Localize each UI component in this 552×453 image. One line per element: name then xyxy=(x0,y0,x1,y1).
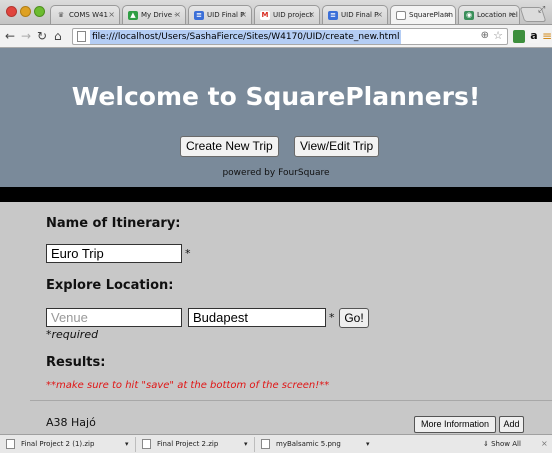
chevron-down-icon[interactable]: ▾ xyxy=(366,436,370,452)
browser-tab-strip: ♛ COMS W41 × ▲ My Drive - × ≡ UID Final … xyxy=(0,0,552,25)
tab-uid-final-2[interactable]: ≡ UID Final P × xyxy=(322,5,388,24)
tab-close-icon[interactable]: × xyxy=(174,10,181,19)
tab-close-icon[interactable]: × xyxy=(508,10,515,19)
download-separator xyxy=(135,437,136,452)
url-text[interactable]: file:///localhost/Users/SashaFierce/Site… xyxy=(90,30,402,44)
file-icon xyxy=(142,439,151,449)
home-icon[interactable]: ⌂ xyxy=(54,28,62,44)
powered-by-text: powered by FourSquare xyxy=(222,168,330,178)
tab-label: UID project xyxy=(273,11,313,19)
tab-uid-final-1[interactable]: ≡ UID Final P × xyxy=(188,5,252,24)
itinerary-label: Name of Itinerary: xyxy=(46,216,181,231)
file-icon xyxy=(6,439,15,449)
drive-icon: ▲ xyxy=(128,11,138,20)
download-filename: Final Project 2 (1).zip xyxy=(21,440,95,448)
tab-close-icon[interactable]: × xyxy=(108,10,115,19)
docs-icon: ≡ xyxy=(328,11,338,20)
tab-close-icon[interactable]: × xyxy=(240,10,247,19)
tab-label: My Drive - xyxy=(141,11,177,19)
fullscreen-icon[interactable]: ⤢ xyxy=(538,5,545,15)
tab-coms[interactable]: ♛ COMS W41 × xyxy=(50,5,120,24)
page-header: Welcome to SquarePlanners! Create New Tr… xyxy=(0,48,552,187)
tab-my-drive[interactable]: ▲ My Drive - × xyxy=(122,5,186,24)
venue-input[interactable]: Venue xyxy=(46,308,182,327)
docs-icon: ≡ xyxy=(194,11,204,20)
save-warning: **make sure to hit "save" at the bottom … xyxy=(46,380,330,391)
more-information-button[interactable]: More Information xyxy=(414,416,496,433)
download-bar: Final Project 2 (1).zip ▾ Final Project … xyxy=(0,434,552,453)
tab-close-icon[interactable]: × xyxy=(308,10,315,19)
download-icon: ⇓ xyxy=(483,440,489,448)
close-download-bar-icon[interactable]: × xyxy=(541,436,548,452)
page-icon xyxy=(77,31,86,42)
results-divider xyxy=(30,400,552,401)
columbia-icon: ♛ xyxy=(57,11,65,19)
results-label: Results: xyxy=(46,355,106,370)
zoom-icon[interactable]: ⊕ xyxy=(481,30,489,41)
chevron-down-icon[interactable]: ▾ xyxy=(244,436,248,452)
extension-icon[interactable] xyxy=(513,30,525,43)
download-item[interactable]: Final Project 2.zip xyxy=(142,436,218,452)
chevron-down-icon[interactable]: ▾ xyxy=(125,436,129,452)
bookmark-star-icon[interactable]: ☆ xyxy=(493,29,503,42)
tab-close-icon[interactable]: × xyxy=(444,10,451,19)
tab-uid-project[interactable]: M UID project × xyxy=(254,5,320,24)
page-title: Welcome to SquarePlanners! xyxy=(71,82,481,111)
amazon-icon[interactable]: a xyxy=(528,30,540,43)
download-filename: myBalsamic 5.png xyxy=(276,440,341,448)
create-new-trip-button[interactable]: Create New Trip xyxy=(180,136,279,157)
main-content: Name of Itinerary: Euro Trip * Explore L… xyxy=(0,202,552,434)
required-asterisk: * xyxy=(185,247,191,260)
location-input[interactable]: Budapest xyxy=(188,308,326,327)
back-arrow-icon[interactable]: ← xyxy=(5,28,15,44)
go-button[interactable]: Go! xyxy=(339,308,369,328)
show-all-downloads-button[interactable]: ⇓ Show All xyxy=(483,436,521,452)
show-all-label: Show All xyxy=(491,440,521,448)
location-icon: ◉ xyxy=(464,11,474,20)
header-divider xyxy=(0,187,552,202)
tab-label: UID Final P xyxy=(341,11,379,19)
close-window-button[interactable] xyxy=(6,6,17,17)
required-asterisk: * xyxy=(329,311,335,324)
add-button[interactable]: Add xyxy=(499,416,524,433)
tab-squareplanners[interactable]: SquarePlann × xyxy=(390,5,456,24)
download-item[interactable]: Final Project 2 (1).zip xyxy=(6,436,94,452)
download-item[interactable]: myBalsamic 5.png xyxy=(261,436,341,452)
venue-name: A38 Hajó xyxy=(46,416,96,429)
download-filename: Final Project 2.zip xyxy=(157,440,219,448)
explore-location-label: Explore Location: xyxy=(46,278,174,293)
tab-close-icon[interactable]: × xyxy=(376,10,383,19)
tab-label: COMS W41 xyxy=(69,11,108,19)
tab-location[interactable]: ◉ Location rel × xyxy=(458,5,520,24)
itinerary-name-input[interactable]: Euro Trip xyxy=(46,244,182,263)
page-icon xyxy=(396,11,406,20)
view-edit-trip-button[interactable]: View/Edit Trip xyxy=(294,136,380,157)
zoom-window-button[interactable] xyxy=(34,6,45,17)
forward-arrow-icon[interactable]: → xyxy=(21,28,31,44)
browser-toolbar: ← → ↻ ⌂ file:///localhost/Users/SashaFie… xyxy=(0,25,552,48)
tab-label: UID Final P xyxy=(207,11,245,19)
required-note: *required xyxy=(46,328,99,341)
address-bar[interactable]: file:///localhost/Users/SashaFierce/Site… xyxy=(72,28,508,45)
image-file-icon xyxy=(261,439,270,449)
download-separator xyxy=(254,437,255,452)
menu-icon[interactable]: ≡ xyxy=(542,29,552,43)
reload-icon[interactable]: ↻ xyxy=(37,28,47,44)
gmail-icon: M xyxy=(260,11,270,20)
minimize-window-button[interactable] xyxy=(20,6,31,17)
